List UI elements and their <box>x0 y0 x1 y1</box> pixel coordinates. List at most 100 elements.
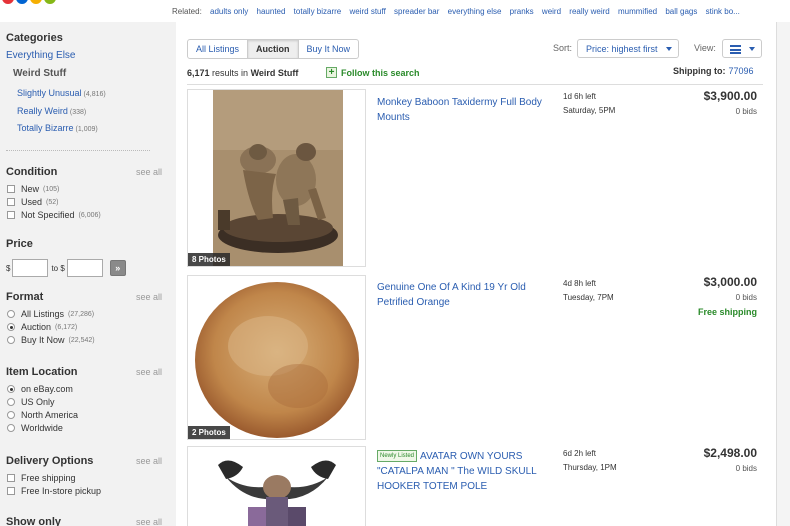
format-see-all[interactable]: see all <box>136 292 162 302</box>
location-worldwide-option[interactable]: Worldwide <box>7 423 63 433</box>
price-range: $ to $ » <box>6 259 126 277</box>
checkbox[interactable] <box>7 211 15 219</box>
item-thumbnail[interactable] <box>187 446 366 526</box>
location-ebay-option[interactable]: on eBay.com <box>7 384 73 394</box>
related-label: Related: <box>172 7 202 16</box>
chevron-down-icon <box>666 47 672 51</box>
in-store-pickup-option[interactable]: Free In-store pickup <box>7 486 101 496</box>
end-time: Saturday, 5PM <box>563 106 616 115</box>
radio-button[interactable] <box>7 411 15 419</box>
related-link[interactable]: totally bizarre <box>294 7 342 16</box>
related-link[interactable]: pranks <box>510 7 534 16</box>
end-time: Thursday, 1PM <box>563 463 617 472</box>
checkbox[interactable] <box>7 474 15 482</box>
delivery-see-all[interactable]: see all <box>136 456 162 466</box>
item-title-link[interactable]: Genuine One Of A Kind 19 Yr Old Petrifie… <box>377 280 547 310</box>
divider <box>187 84 763 85</box>
related-searches-bar: Related: adults only haunted totally biz… <box>0 0 790 22</box>
price-max-input[interactable] <box>66 259 103 277</box>
condition-used-option[interactable]: Used (52) <box>7 197 58 207</box>
condition-not-specified-option[interactable]: Not Specified (6,006) <box>7 210 101 220</box>
item-thumbnail[interactable]: 2 Photos <box>187 275 366 440</box>
follow-search-link[interactable]: + Follow this search <box>326 67 420 78</box>
listing-format-tabs: All Listings Auction Buy It Now <box>187 39 360 59</box>
checkbox[interactable] <box>7 185 15 193</box>
time-left: 6d 2h left <box>563 449 596 458</box>
condition-see-all[interactable]: see all <box>136 167 162 177</box>
show-only-heading: Show only <box>6 516 61 526</box>
zip-code-link[interactable]: 77096 <box>728 66 753 76</box>
listing-item: Newly Listed AVATAR OWN YOURS "CATALPA MA… <box>187 446 763 526</box>
view-label: View: <box>694 43 716 53</box>
radio-button[interactable] <box>7 398 15 406</box>
related-link[interactable]: haunted <box>257 7 286 16</box>
checkbox[interactable] <box>7 198 15 206</box>
ebay-logo-fragment[interactable] <box>0 0 60 6</box>
related-link[interactable]: weird <box>542 7 561 16</box>
vertical-scrollbar[interactable] <box>776 22 790 526</box>
related-searches: Related: adults only haunted totally biz… <box>172 7 740 16</box>
photo-count-badge: 2 Photos <box>188 426 230 439</box>
item-price: $3,900.00 <box>703 89 757 103</box>
condition-heading: Condition <box>6 166 58 178</box>
listing-item: 8 Photos Monkey Baboon Taxidermy Full Bo… <box>187 89 763 269</box>
subcategory-link[interactable]: Really Weird (338) <box>17 106 86 116</box>
location-north-america-option[interactable]: North America <box>7 410 78 420</box>
price-go-button[interactable]: » <box>109 260 126 276</box>
related-link[interactable]: weird stuff <box>349 7 385 16</box>
radio-button-selected[interactable] <box>7 385 15 393</box>
bid-count: 0 bids <box>735 293 757 302</box>
condition-new-option[interactable]: New (105) <box>7 184 59 194</box>
tab-all-listings[interactable]: All Listings <box>188 40 249 58</box>
related-link[interactable]: really weird <box>569 7 609 16</box>
price-min-input[interactable] <box>12 259 49 277</box>
price-heading: Price <box>6 238 33 250</box>
subcategory-link[interactable]: Slightly Unusual (4,816) <box>17 88 106 98</box>
radio-button-selected[interactable] <box>7 323 15 331</box>
related-link[interactable]: mummified <box>618 7 657 16</box>
sort-value: Price: highest first <box>586 43 658 54</box>
sort-dropdown[interactable]: Price: highest first <box>577 39 679 58</box>
location-us-option[interactable]: US Only <box>7 397 55 407</box>
free-shipping-option[interactable]: Free shipping <box>7 473 76 483</box>
shipping-to: Shipping to: 77096 <box>673 66 754 76</box>
radio-button[interactable] <box>7 424 15 432</box>
plus-icon: + <box>326 67 337 78</box>
related-link[interactable]: adults only <box>210 7 248 16</box>
time-left: 4d 8h left <box>563 279 596 288</box>
related-link[interactable]: ball gags <box>665 7 697 16</box>
view-dropdown[interactable] <box>722 39 762 58</box>
radio-button[interactable] <box>7 336 15 344</box>
price-to-label: to $ <box>51 263 65 273</box>
list-view-icon <box>730 45 741 54</box>
categories-heading: Categories <box>6 32 63 44</box>
free-shipping-label: Free shipping <box>697 307 757 317</box>
related-link[interactable]: everything else <box>448 7 502 16</box>
item-price: $3,000.00 <box>703 275 757 289</box>
item-title-link[interactable]: Monkey Baboon Taxidermy Full Body Mounts <box>377 95 547 125</box>
related-link[interactable]: stink bo... <box>706 7 740 16</box>
currency-symbol: $ <box>6 263 11 273</box>
subcategory-link[interactable]: Totally Bizarre (1,009) <box>17 123 98 133</box>
item-price: $2,498.00 <box>703 446 757 460</box>
location-see-all[interactable]: see all <box>136 367 162 377</box>
delivery-options-heading: Delivery Options <box>6 455 94 467</box>
related-link[interactable]: spreader bar <box>394 7 439 16</box>
format-buy-it-now-option[interactable]: Buy It Now (22,542) <box>7 335 95 345</box>
radio-button[interactable] <box>7 310 15 318</box>
format-all-listings-option[interactable]: All Listings (27,286) <box>7 309 94 319</box>
photo-count-badge: 8 Photos <box>188 253 230 266</box>
baboon-taxidermy-photo <box>213 90 343 266</box>
tab-auction[interactable]: Auction <box>248 40 299 58</box>
current-category: Weird Stuff <box>13 68 67 79</box>
end-time: Tuesday, 7PM <box>563 293 614 302</box>
divider <box>6 150 150 151</box>
category-parent-link[interactable]: Everything Else <box>6 50 75 61</box>
format-auction-option[interactable]: Auction (6,172) <box>7 322 77 332</box>
item-title-link[interactable]: Newly Listed AVATAR OWN YOURS "CATALPA MA… <box>377 449 547 494</box>
tab-buy-it-now[interactable]: Buy It Now <box>299 40 359 58</box>
item-thumbnail[interactable]: 8 Photos <box>187 89 366 267</box>
item-location-heading: Item Location <box>6 366 78 378</box>
show-only-see-all[interactable]: see all <box>136 517 162 526</box>
checkbox[interactable] <box>7 487 15 495</box>
